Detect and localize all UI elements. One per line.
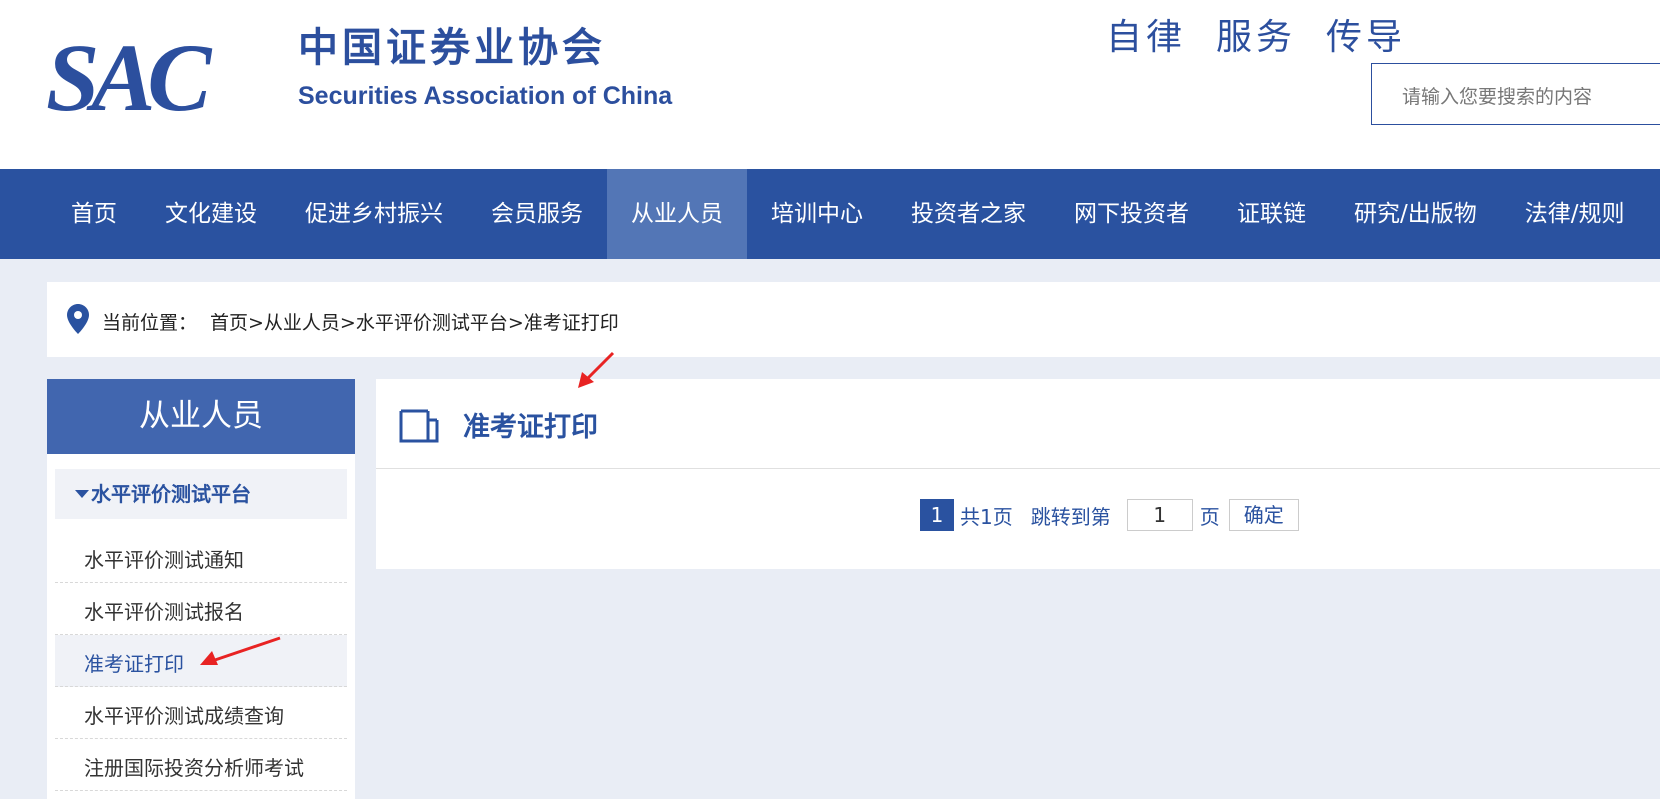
sidebar: 从业人员 水平评价测试平台 水平评价测试通知 水平评价测试报名 准考证打印 水平… — [47, 379, 355, 799]
nav-item-offline-investors[interactable]: 网下投资者 — [1050, 169, 1213, 259]
annotation-arrow-icon — [200, 636, 281, 665]
content-header: 准考证打印 — [376, 379, 1660, 469]
page-unit: 页 — [1199, 504, 1220, 529]
annotation-arrow-icon — [578, 351, 615, 388]
slogan: 自律 服务 传导 — [1106, 8, 1436, 60]
slogan-word: 传导 — [1326, 17, 1407, 57]
sidebar-item-test-notice[interactable]: 水平评价测试通知 — [55, 531, 347, 583]
main-nav: 首页 文化建设 促进乡村振兴 会员服务 从业人员 培训中心 投资者之家 网下投资… — [0, 169, 1660, 259]
sidebar-category[interactable]: 水平评价测试平台 — [55, 469, 347, 519]
logo-mark: SAC — [46, 24, 211, 131]
logo-chinese-name: 中国证券业协会 — [298, 25, 606, 70]
breadcrumb: 当前位置： 首页>从业人员>水平评价测试平台>准考证打印 — [47, 282, 1660, 357]
caret-down-icon — [75, 489, 89, 498]
page-title: 准考证打印 — [463, 412, 598, 443]
nav-item-practitioners[interactable]: 从业人员 — [607, 169, 747, 259]
nav-item-law[interactable]: 法律/规则 — [1501, 169, 1649, 259]
slogan-word: 自律 — [1106, 17, 1187, 57]
document-frame-icon — [399, 409, 439, 443]
sidebar-item-score-query[interactable]: 水平评价测试成绩查询 — [55, 687, 347, 739]
slogan-word: 服务 — [1216, 17, 1297, 57]
sidebar-title: 从业人员 — [47, 379, 355, 454]
nav-item-rural[interactable]: 促进乡村振兴 — [281, 169, 467, 259]
page-number-input[interactable]: 1 — [1126, 499, 1193, 531]
nav-item-home[interactable]: 首页 — [47, 169, 141, 259]
location-pin-icon — [67, 304, 89, 334]
site-header: SAC 中国证券业协会 Securities Association of Ch… — [0, 0, 1660, 169]
jump-label: 跳转到第 — [1030, 504, 1111, 529]
sidebar-item-ciia-exam[interactable]: 注册国际投资分析师考试 — [55, 739, 347, 791]
search-input[interactable]: 请输入您要搜索的内容 — [1371, 63, 1660, 125]
current-page[interactable]: 1 — [920, 499, 954, 531]
nav-item-member-services[interactable]: 会员服务 — [467, 169, 607, 259]
sac-logo[interactable]: SAC 中国证券业协会 Securities Association of Ch… — [46, 24, 746, 131]
sidebar-item-test-registration[interactable]: 水平评价测试报名 — [55, 583, 347, 635]
logo-english-name: Securities Association of China — [298, 82, 673, 110]
nav-item-research[interactable]: 研究/出版物 — [1330, 169, 1501, 259]
content-panel: 准考证打印 1 共1页 跳转到第 1 页 确定 — [376, 379, 1660, 569]
total-pages: 共1页 — [960, 504, 1013, 529]
nav-item-culture[interactable]: 文化建设 — [141, 169, 281, 259]
sidebar-category-label: 水平评价测试平台 — [91, 482, 251, 506]
nav-item-chain[interactable]: 证联链 — [1213, 169, 1330, 259]
breadcrumb-label: 当前位置： — [102, 312, 198, 334]
confirm-button[interactable]: 确定 — [1228, 499, 1299, 531]
nav-item-investors-home[interactable]: 投资者之家 — [887, 169, 1050, 259]
breadcrumb-path[interactable]: 首页>从业人员>水平评价测试平台>准考证打印 — [210, 308, 619, 335]
nav-item-training[interactable]: 培训中心 — [747, 169, 887, 259]
pagination: 1 共1页 跳转到第 1 页 确定 — [920, 499, 1299, 531]
